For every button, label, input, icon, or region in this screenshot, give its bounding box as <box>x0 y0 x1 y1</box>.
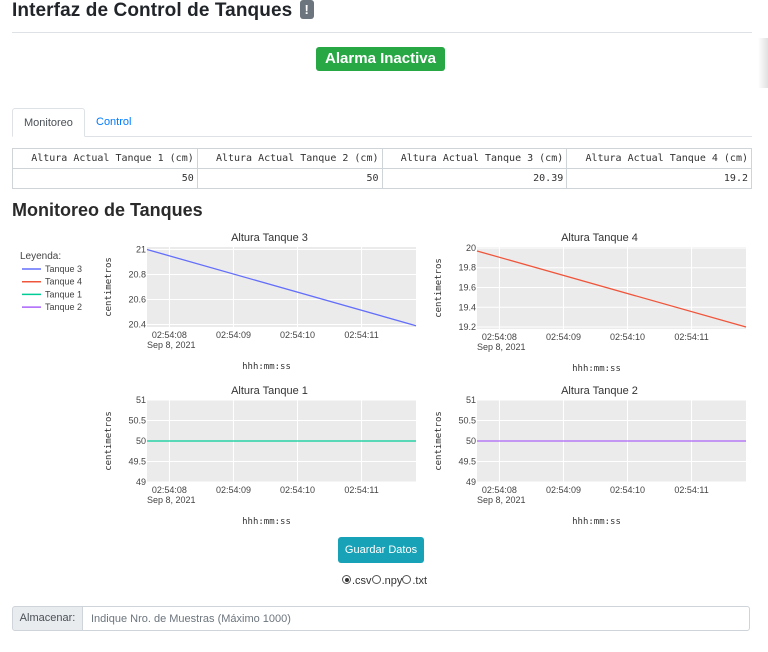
y-tick-label: 19.8 <box>458 263 476 273</box>
x-date-label: Sep 8, 2021 <box>477 342 526 352</box>
y-tick-label: 21 <box>136 245 146 255</box>
charts-area: Leyenda: Tanque 3 Tanque 4 Tanque 1 Tanque 2… <box>20 232 747 527</box>
y-tick-label: 51 <box>466 395 476 405</box>
height-readout-table: Altura Actual Tanque 1 (cm) Altura Actua… <box>12 148 752 189</box>
radio-csv[interactable] <box>342 575 351 584</box>
y-tick-label: 20 <box>466 243 476 253</box>
chart-title: Altura Tanque 2 <box>561 385 638 397</box>
table-header-row: Altura Actual Tanque 1 (cm) Altura Actua… <box>12 148 752 169</box>
y-tick-label: 49.5 <box>128 457 146 467</box>
y-tick-label: 50 <box>136 436 146 446</box>
legend-item: Tanque 2 <box>45 302 82 312</box>
y-axis-title: centimetros <box>434 258 444 318</box>
samples-input[interactable] <box>82 606 750 631</box>
x-tick-label: 02:54:11 <box>344 330 378 340</box>
x-tick-label: 02:54:08 <box>482 332 517 342</box>
save-data-button[interactable]: Guardar Datos <box>338 537 424 563</box>
store-input-group: Almacenar: <box>12 606 752 631</box>
y-tick-label: 50.5 <box>458 416 476 426</box>
page-title: Interfaz de Control de Tanques ! <box>12 0 314 22</box>
y-axis-title: centimetros <box>434 411 444 471</box>
legend-item: Tanque 3 <box>45 264 82 274</box>
x-axis-title: hhh:mm:ss <box>572 517 621 527</box>
table-header-tank-1: Altura Actual Tanque 1 (cm) <box>12 148 198 169</box>
y-tick-label: 50 <box>466 436 476 446</box>
x-date-label: Sep 8, 2021 <box>147 340 196 350</box>
page-title-text: Interfaz de Control de Tanques <box>12 0 293 21</box>
table-cell-tank-3: 20.39 <box>381 168 568 189</box>
y-tick-label: 51 <box>136 395 146 405</box>
table-header-tank-3: Altura Actual Tanque 3 (cm) <box>381 148 568 169</box>
x-axis-title: hhh:mm:ss <box>242 517 291 527</box>
table-cell-tank-4: 19.2 <box>566 168 752 189</box>
x-axis-title: hhh:mm:ss <box>572 364 621 374</box>
x-tick-label: 02:54:11 <box>344 485 378 495</box>
legend-item: Tanque 1 <box>45 289 82 299</box>
radio-npy-label: .npy <box>381 575 403 587</box>
y-tick-label: 20.8 <box>128 270 146 280</box>
store-label: Almacenar: <box>12 606 83 631</box>
x-tick-label: 02:54:09 <box>546 485 581 495</box>
x-tick-label: 02:54:11 <box>674 485 708 495</box>
x-date-label: Sep 8, 2021 <box>147 495 196 505</box>
chart-title: Altura Tanque 1 <box>231 385 308 397</box>
tab-control[interactable]: Control <box>85 108 142 136</box>
y-tick-label: 19.4 <box>458 302 476 312</box>
table-cell-tank-2: 50 <box>196 168 383 189</box>
x-tick-label: 02:54:10 <box>610 485 645 495</box>
scroll-shadow <box>758 38 768 88</box>
x-tick-label: 02:54:09 <box>216 330 251 340</box>
info-icon[interactable]: ! <box>299 0 314 19</box>
y-tick-label: 49.5 <box>458 457 476 467</box>
y-tick-label: 50.5 <box>128 416 146 426</box>
chart-title: Altura Tanque 4 <box>561 232 638 244</box>
legend-item: Tanque 4 <box>45 277 82 287</box>
x-tick-label: 02:54:08 <box>152 485 187 495</box>
y-tick-label: 20.4 <box>128 320 146 330</box>
y-tick-label: 49 <box>136 477 146 487</box>
x-tick-label: 02:54:09 <box>216 485 251 495</box>
chart-title: Altura Tanque 3 <box>231 232 308 244</box>
radio-txt[interactable] <box>402 575 412 584</box>
tab-monitoreo[interactable]: Monitoreo <box>12 108 85 137</box>
radio-npy[interactable] <box>371 575 381 584</box>
y-tick-label: 19.2 <box>458 322 476 332</box>
y-tick-label: 19.6 <box>458 283 476 293</box>
y-axis-title: centimetros <box>104 257 114 317</box>
x-tick-label: 02:54:08 <box>482 485 517 495</box>
radio-csv-label: .csv <box>352 575 372 587</box>
legend-title: Leyenda: <box>20 251 61 262</box>
section-title: Monitoreo de Tanques <box>12 200 203 220</box>
table-cell-tank-1: 50 <box>12 168 198 189</box>
radio-txt-label: .txt <box>412 575 428 587</box>
header-divider <box>12 32 752 33</box>
tab-bar: Monitoreo Control <box>12 108 752 137</box>
x-date-label: Sep 8, 2021 <box>477 495 526 505</box>
format-radio-group: .csv .npy .txt <box>342 575 427 587</box>
x-tick-label: 02:54:09 <box>546 332 581 342</box>
x-tick-label: 02:54:10 <box>280 485 315 495</box>
x-axis-title: hhh:mm:ss <box>242 362 291 372</box>
y-tick-label: 49 <box>466 477 476 487</box>
alarm-status-badge: Alarma Inactiva <box>316 47 445 71</box>
x-tick-label: 02:54:11 <box>674 332 708 342</box>
y-axis-title: centimetros <box>104 411 114 471</box>
x-tick-label: 02:54:10 <box>280 330 315 340</box>
table-header-tank-4: Altura Actual Tanque 4 (cm) <box>566 148 752 169</box>
x-tick-label: 02:54:10 <box>610 332 645 342</box>
y-tick-label: 20.6 <box>128 295 146 305</box>
table-header-tank-2: Altura Actual Tanque 2 (cm) <box>196 148 383 169</box>
x-tick-label: 02:54:08 <box>152 330 187 340</box>
table-row: 50 50 20.39 19.2 <box>12 168 752 189</box>
